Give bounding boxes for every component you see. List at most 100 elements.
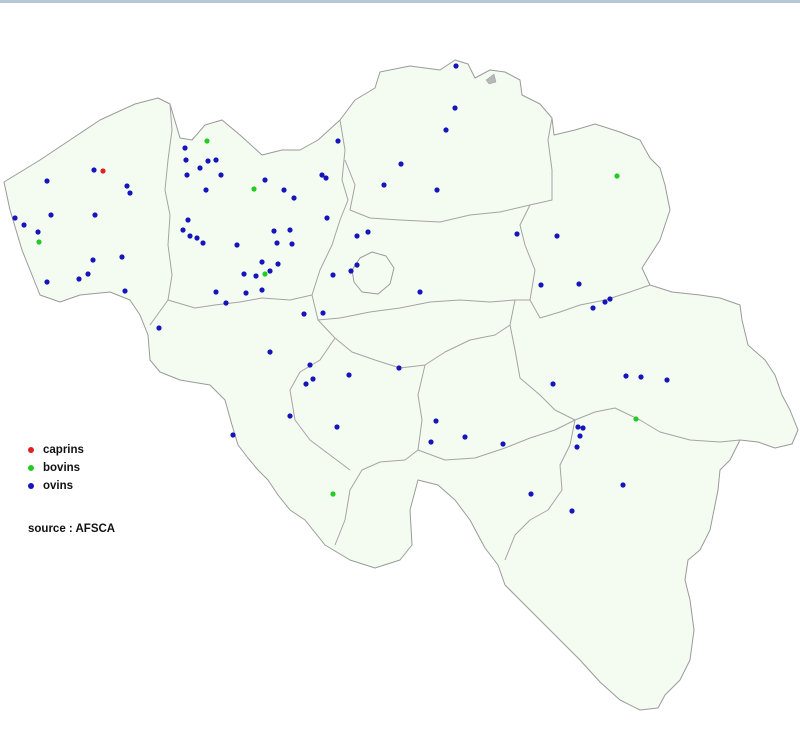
- ovins-point-13: [218, 172, 224, 178]
- legend-label-caprins: caprins: [43, 444, 84, 456]
- ovins-point-11: [197, 165, 203, 171]
- ovins-point-12: [184, 172, 190, 178]
- ovins-point-54: [44, 279, 50, 285]
- ovins-point-78: [554, 233, 560, 239]
- ovins-point-70: [287, 413, 293, 419]
- legend-dot-ovins: [28, 483, 34, 489]
- ovins-point-43: [124, 183, 130, 189]
- ovins-point-24: [194, 235, 200, 241]
- ovins-point-3: [398, 161, 404, 167]
- ovins-point-40: [122, 288, 128, 294]
- ovins-point-29: [274, 240, 280, 246]
- ovins-point-90: [577, 433, 583, 439]
- ovins-point-60: [417, 289, 423, 295]
- ovins-point-53: [76, 276, 82, 282]
- ovins-point-86: [638, 374, 644, 380]
- caprins-points: [100, 168, 106, 174]
- ovins-point-61: [301, 311, 307, 317]
- ovins-point-80: [576, 281, 582, 287]
- ovins-point-81: [590, 305, 596, 311]
- ovins-point-89: [580, 425, 586, 431]
- legend-label-ovins: ovins: [43, 480, 74, 492]
- ovins-point-5: [434, 187, 440, 193]
- belgium-map: [3, 59, 799, 711]
- ovins-point-51: [90, 257, 96, 263]
- ovins-point-88: [575, 424, 581, 430]
- ovins-point-67: [303, 381, 309, 387]
- caprins-point-0: [100, 168, 106, 174]
- ovins-point-50: [119, 254, 125, 260]
- ovins-point-63: [156, 325, 162, 331]
- ovins-point-9: [205, 158, 211, 164]
- ovins-point-45: [48, 212, 54, 218]
- ovins-point-30: [289, 241, 295, 247]
- legend-label-bovins: bovins: [43, 462, 81, 474]
- ovins-point-35: [275, 261, 281, 267]
- ovins-point-93: [528, 491, 534, 497]
- ovins-point-72: [230, 432, 236, 438]
- ovins-point-23: [187, 233, 193, 239]
- ovins-point-64: [267, 349, 273, 355]
- bovins-point-2: [36, 239, 42, 245]
- ovins-point-2: [443, 127, 449, 133]
- ovins-point-42: [44, 178, 50, 184]
- ovins-point-7: [182, 145, 188, 151]
- ovins-point-77: [514, 231, 520, 237]
- belgium-outline: [3, 59, 799, 711]
- ovins-point-58: [348, 268, 354, 274]
- ovins-point-10: [213, 157, 219, 163]
- ovins-point-36: [259, 287, 265, 293]
- ovins-point-34: [267, 268, 273, 274]
- ovins-point-85: [623, 373, 629, 379]
- ovins-point-1: [452, 105, 458, 111]
- ovins-point-27: [271, 228, 277, 234]
- ovins-point-55: [354, 233, 360, 239]
- ovins-point-48: [35, 229, 41, 235]
- ovins-point-32: [241, 271, 247, 277]
- ovins-point-65: [307, 362, 313, 368]
- ovins-point-16: [281, 187, 287, 193]
- legend-item-bovins: bovins: [28, 459, 84, 477]
- ovins-point-91: [574, 444, 580, 450]
- bovins-point-3: [262, 271, 268, 277]
- ovins-point-92: [620, 482, 626, 488]
- bovins-point-0: [204, 138, 210, 144]
- bovins-point-4: [614, 173, 620, 179]
- ovins-point-21: [185, 217, 191, 223]
- legend-item-caprins: caprins: [28, 441, 84, 459]
- ovins-point-52: [85, 271, 91, 277]
- ovins-point-47: [21, 222, 27, 228]
- ovins-point-28: [287, 227, 293, 233]
- ovins-point-20: [324, 215, 330, 221]
- ovins-point-19: [323, 175, 329, 181]
- ovins-point-84: [550, 381, 556, 387]
- ovins-point-74: [428, 439, 434, 445]
- ovins-point-4: [381, 182, 387, 188]
- ovins-point-46: [12, 215, 18, 221]
- source-note: source : AFSCA: [28, 523, 116, 535]
- ovins-point-49: [92, 212, 98, 218]
- ovins-point-83: [607, 296, 613, 302]
- ovins-point-57: [354, 262, 360, 268]
- ovins-point-73: [433, 418, 439, 424]
- ovins-point-94: [569, 508, 575, 514]
- ovins-point-0: [453, 63, 459, 69]
- ovins-point-31: [259, 259, 265, 265]
- ovins-point-25: [200, 240, 206, 246]
- ovins-point-38: [243, 290, 249, 296]
- bovins-point-6: [330, 491, 336, 497]
- legend-dot-bovins: [28, 465, 34, 471]
- ovins-point-26: [234, 242, 240, 248]
- ovins-point-6: [335, 138, 341, 144]
- ovins-point-56: [365, 229, 371, 235]
- ovins-point-66: [310, 376, 316, 382]
- ovins-point-59: [330, 272, 336, 278]
- ovins-point-82: [602, 299, 608, 305]
- legend-item-ovins: ovins: [28, 477, 84, 495]
- ovins-point-87: [664, 377, 670, 383]
- ovins-point-44: [127, 190, 133, 196]
- ovins-point-22: [180, 227, 186, 233]
- ovins-point-69: [396, 365, 402, 371]
- ovins-point-14: [203, 187, 209, 193]
- ovins-point-15: [262, 177, 268, 183]
